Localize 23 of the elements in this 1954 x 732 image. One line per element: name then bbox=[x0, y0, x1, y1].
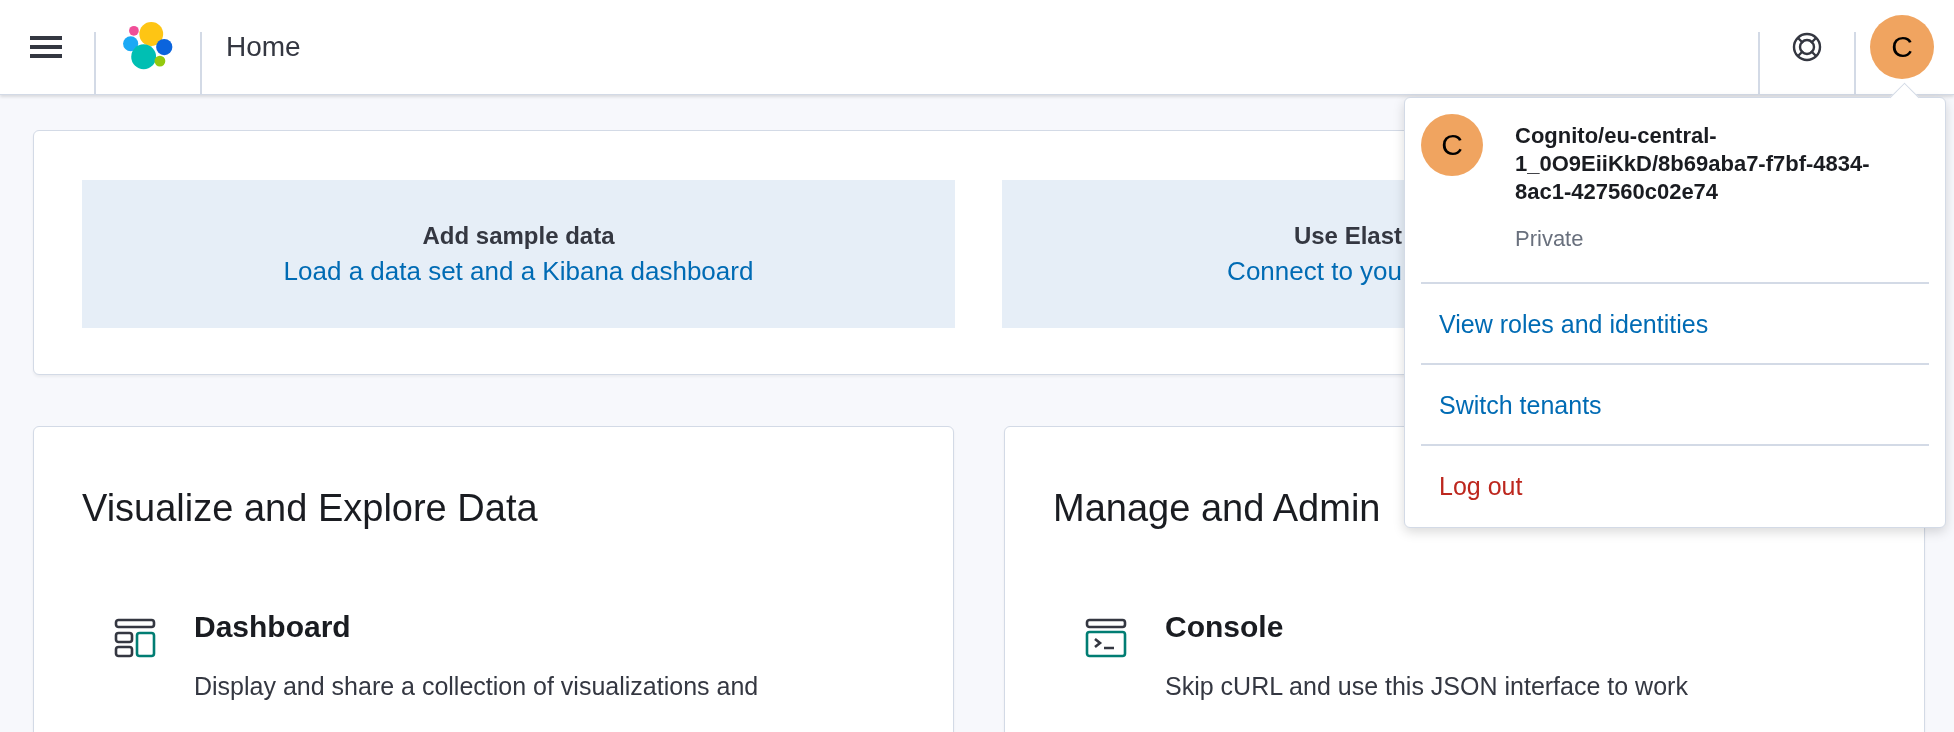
add-data-tile[interactable]: Add sample data Load a data set and a Kibana dashboard bbox=[82, 180, 955, 328]
user-name: Cognito/eu-central-1_0O9EiiKkD/8b69aba7-f7bf-4834-8ac1-427560c02e74 bbox=[1515, 122, 1871, 206]
user-avatar: C bbox=[1421, 114, 1483, 176]
lifebuoy-icon bbox=[1792, 32, 1822, 62]
tile-title: Add sample data bbox=[422, 221, 615, 250]
menu-icon bbox=[30, 34, 64, 60]
terminal-icon bbox=[1085, 618, 1127, 658]
app-title[interactable]: Console bbox=[1165, 610, 1688, 644]
section-title: Manage and Admin bbox=[1053, 487, 1381, 530]
user-avatar[interactable]: C bbox=[1870, 15, 1934, 79]
breadcrumb[interactable]: Home bbox=[226, 31, 301, 63]
app-description: Skip cURL and use this JSON interface to work bbox=[1165, 671, 1688, 702]
tile-link[interactable]: Load a data set and a Kibana dashboard bbox=[283, 255, 754, 287]
section-title: Visualize and Explore Data bbox=[82, 487, 538, 530]
tile-title: Use Elast bbox=[1293, 221, 1402, 250]
tile-link[interactable]: Connect to you bbox=[1227, 255, 1402, 287]
tenant-label: Private bbox=[1515, 226, 1585, 252]
menu-link[interactable]: View roles and identities bbox=[1439, 310, 1709, 338]
app-description: Display and share a collection of visualizations and bbox=[194, 671, 759, 702]
menu-link[interactable]: Log out bbox=[1439, 472, 1523, 500]
dashboard-icon bbox=[114, 618, 156, 658]
menu-link[interactable]: Switch tenants bbox=[1439, 391, 1602, 419]
app-title[interactable]: Dashboard bbox=[194, 610, 759, 644]
